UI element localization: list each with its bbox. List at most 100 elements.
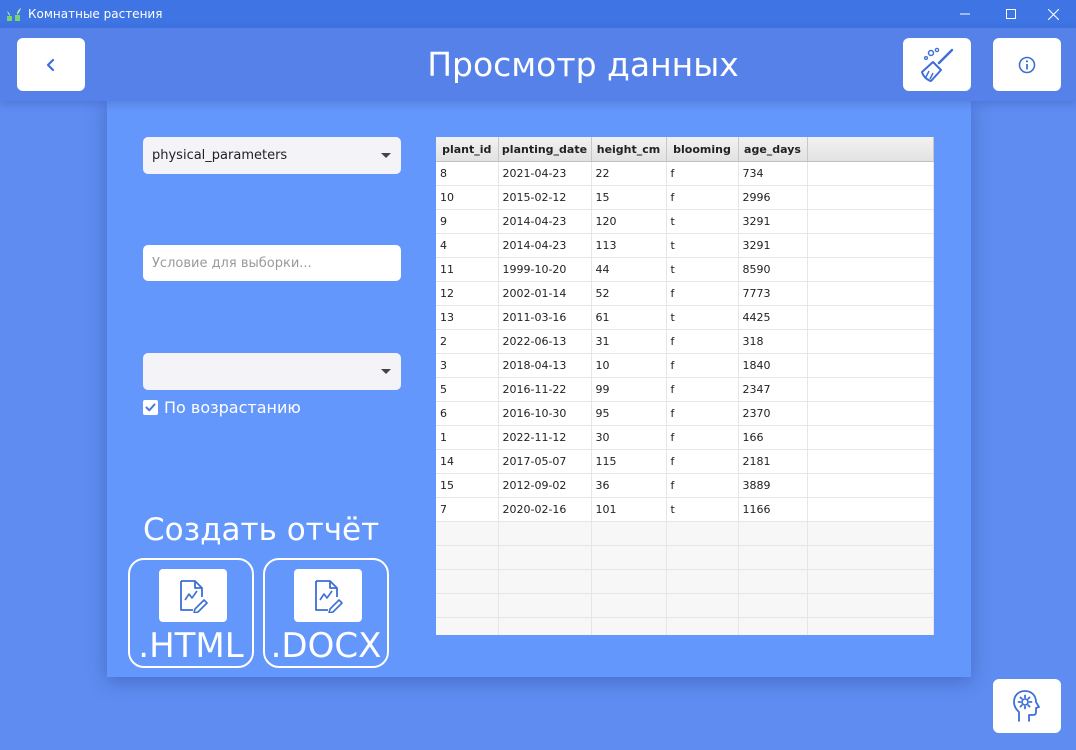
- table-cell-plant_id[interactable]: 2: [436, 329, 499, 354]
- table-cell-planting_date[interactable]: 2012-09-02: [498, 473, 592, 498]
- table-cell-blooming[interactable]: t: [666, 257, 739, 282]
- table-cell-plant_id[interactable]: 15: [436, 473, 499, 498]
- table-cell-age_days[interactable]: 1840: [738, 353, 808, 378]
- table-row[interactable]: 8 2021-04-23 22 f 734: [436, 161, 934, 186]
- table-cell-planting_date[interactable]: 2021-04-23: [498, 161, 592, 186]
- table-cell-age_days[interactable]: 7773: [738, 281, 808, 306]
- minimize-button[interactable]: [942, 0, 988, 28]
- checkbox-box[interactable]: [143, 400, 158, 415]
- table-cell-age_days[interactable]: 2370: [738, 401, 808, 426]
- table-cell-age_days[interactable]: 2347: [738, 377, 808, 402]
- column-header[interactable]: plant_id: [436, 137, 499, 162]
- table-cell-height_cm[interactable]: 99: [591, 377, 667, 402]
- clear-button[interactable]: [903, 38, 971, 91]
- table-cell-age_days[interactable]: 4425: [738, 305, 808, 330]
- table-cell-age_days[interactable]: 734: [738, 161, 808, 186]
- table-cell-planting_date[interactable]: 1999-10-20: [498, 257, 592, 282]
- maximize-button[interactable]: [988, 0, 1034, 28]
- table-cell-age_days[interactable]: 3291: [738, 209, 808, 234]
- table-cell-plant_id[interactable]: 11: [436, 257, 499, 282]
- table-cell-height_cm[interactable]: 61: [591, 305, 667, 330]
- table-cell-height_cm[interactable]: 30: [591, 425, 667, 450]
- table-cell-blooming[interactable]: f: [666, 185, 739, 210]
- table-cell-height_cm[interactable]: 120: [591, 209, 667, 234]
- table-cell-age_days[interactable]: 2996: [738, 185, 808, 210]
- column-header[interactable]: age_days: [738, 137, 808, 162]
- table-cell-blooming[interactable]: f: [666, 449, 739, 474]
- table-cell-blooming[interactable]: f: [666, 161, 739, 186]
- table-cell-plant_id[interactable]: 1: [436, 425, 499, 450]
- table-row[interactable]: 13 2011-03-16 61 t 4425: [436, 305, 934, 330]
- table-cell-height_cm[interactable]: 101: [591, 497, 667, 522]
- table-cell-age_days[interactable]: 3291: [738, 233, 808, 258]
- table-row[interactable]: 14 2017-05-07 115 f 2181: [436, 449, 934, 474]
- table-row[interactable]: 15 2012-09-02 36 f 3889: [436, 473, 934, 498]
- condition-input[interactable]: [143, 245, 401, 281]
- table-cell-height_cm[interactable]: 44: [591, 257, 667, 282]
- table-select[interactable]: physical_parameters: [143, 137, 401, 174]
- table-cell-blooming[interactable]: t: [666, 209, 739, 234]
- table-cell-planting_date[interactable]: 2022-06-13: [498, 329, 592, 354]
- table-row[interactable]: 11 1999-10-20 44 t 8590: [436, 257, 934, 282]
- table-cell-planting_date[interactable]: 2022-11-12: [498, 425, 592, 450]
- table-cell-planting_date[interactable]: 2017-05-07: [498, 449, 592, 474]
- table-cell-blooming[interactable]: f: [666, 353, 739, 378]
- export-html-button[interactable]: .HTML: [128, 558, 254, 668]
- table-cell-planting_date[interactable]: 2014-04-23: [498, 209, 592, 234]
- table-cell-age_days[interactable]: 318: [738, 329, 808, 354]
- table-row[interactable]: 6 2016-10-30 95 f 2370: [436, 401, 934, 426]
- table-cell-plant_id[interactable]: 3: [436, 353, 499, 378]
- table-row[interactable]: 4 2014-04-23 113 t 3291: [436, 233, 934, 258]
- table-cell-age_days[interactable]: 1166: [738, 497, 808, 522]
- ascending-checkbox[interactable]: По возрастанию: [143, 398, 301, 417]
- table-cell-plant_id[interactable]: 12: [436, 281, 499, 306]
- table-cell-planting_date[interactable]: 2018-04-13: [498, 353, 592, 378]
- column-header[interactable]: height_cm: [591, 137, 667, 162]
- table-cell-height_cm[interactable]: 113: [591, 233, 667, 258]
- column-header[interactable]: planting_date: [498, 137, 592, 162]
- table-cell-height_cm[interactable]: 115: [591, 449, 667, 474]
- table-row[interactable]: 7 2020-02-16 101 t 1166: [436, 497, 934, 522]
- table-cell-plant_id[interactable]: 8: [436, 161, 499, 186]
- table-cell-plant_id[interactable]: 10: [436, 185, 499, 210]
- close-window-button[interactable]: [1030, 0, 1076, 28]
- info-button[interactable]: [993, 38, 1061, 91]
- table-cell-planting_date[interactable]: 2015-02-12: [498, 185, 592, 210]
- table-cell-planting_date[interactable]: 2014-04-23: [498, 233, 592, 258]
- table-row[interactable]: 12 2002-01-14 52 f 7773: [436, 281, 934, 306]
- table-cell-age_days[interactable]: 8590: [738, 257, 808, 282]
- table-cell-plant_id[interactable]: 5: [436, 377, 499, 402]
- table-cell-plant_id[interactable]: 6: [436, 401, 499, 426]
- table-cell-height_cm[interactable]: 15: [591, 185, 667, 210]
- table-cell-blooming[interactable]: f: [666, 377, 739, 402]
- table-row[interactable]: 2 2022-06-13 31 f 318: [436, 329, 934, 354]
- sort-column-select[interactable]: [143, 353, 401, 390]
- table-cell-planting_date[interactable]: 2016-10-30: [498, 401, 592, 426]
- table-cell-blooming[interactable]: f: [666, 401, 739, 426]
- table-cell-age_days[interactable]: 2181: [738, 449, 808, 474]
- table-cell-blooming[interactable]: f: [666, 425, 739, 450]
- table-cell-planting_date[interactable]: 2016-11-22: [498, 377, 592, 402]
- table-cell-age_days[interactable]: 3889: [738, 473, 808, 498]
- table-row[interactable]: 9 2014-04-23 120 t 3291: [436, 209, 934, 234]
- export-docx-button[interactable]: .DOCX: [263, 558, 389, 668]
- table-cell-blooming[interactable]: f: [666, 329, 739, 354]
- data-table-view[interactable]: plant_id planting_date height_cm bloomin…: [436, 137, 934, 635]
- table-cell-height_cm[interactable]: 22: [591, 161, 667, 186]
- table-row[interactable]: 1 2022-11-12 30 f 166: [436, 425, 934, 450]
- table-cell-height_cm[interactable]: 95: [591, 401, 667, 426]
- table-cell-planting_date[interactable]: 2020-02-16: [498, 497, 592, 522]
- table-cell-planting_date[interactable]: 2002-01-14: [498, 281, 592, 306]
- table-cell-height_cm[interactable]: 31: [591, 329, 667, 354]
- table-cell-age_days[interactable]: 166: [738, 425, 808, 450]
- table-cell-plant_id[interactable]: 14: [436, 449, 499, 474]
- table-cell-height_cm[interactable]: 10: [591, 353, 667, 378]
- table-cell-blooming[interactable]: t: [666, 233, 739, 258]
- table-cell-plant_id[interactable]: 4: [436, 233, 499, 258]
- table-cell-plant_id[interactable]: 13: [436, 305, 499, 330]
- table-cell-plant_id[interactable]: 9: [436, 209, 499, 234]
- table-cell-blooming[interactable]: f: [666, 473, 739, 498]
- table-cell-planting_date[interactable]: 2011-03-16: [498, 305, 592, 330]
- settings-button[interactable]: [993, 679, 1061, 733]
- table-cell-blooming[interactable]: t: [666, 305, 739, 330]
